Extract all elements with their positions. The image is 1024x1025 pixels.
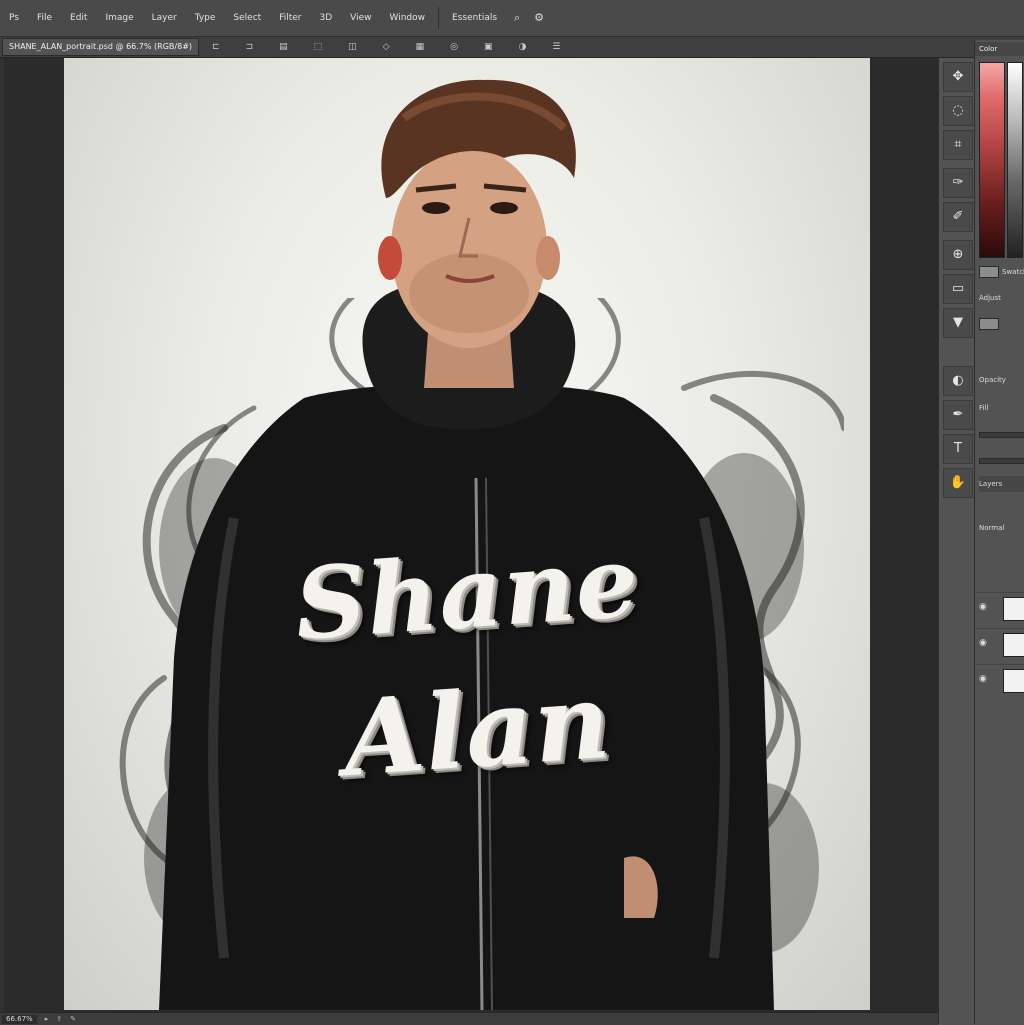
swatches-label: Swatches [1002,268,1024,276]
right-panels: Color Swatches Adjust Opacity Fill Layer… [974,40,1024,1024]
eyedropper-tool-icon[interactable]: ✑ [943,168,973,198]
menu-image[interactable]: Image [96,13,142,23]
menu-divider [438,7,439,29]
arrange-icon[interactable]: ◫ [348,42,357,52]
zoom-level-field[interactable]: 66.67% [2,1014,37,1024]
menu-window[interactable]: Window [381,13,435,23]
fill-slider[interactable] [979,458,1024,464]
menu-filter[interactable]: Filter [270,13,310,23]
style-swatch[interactable] [979,318,999,330]
adjustments-label: Adjust [979,294,1001,302]
layers-panel-tab[interactable]: Layers [979,476,1024,492]
grid-icon[interactable]: ▦ [416,42,425,52]
align-left-icon[interactable]: ⊏ [212,42,220,52]
menu-edit[interactable]: Edit [61,13,96,23]
color-picker-field[interactable] [979,62,1005,258]
status-bar: 66.67% ▸ ⇪ ✎ [0,1012,938,1025]
tools-strip: ✥ ◌ ⌗ ✑ ✐ ⊕ ▭ ▼ ◐ ✒ T ✋ [938,58,975,1024]
transform-icon[interactable]: ⬚ [314,42,323,52]
move-tool-icon[interactable]: ✥ [943,62,973,92]
visibility-eye-icon[interactable]: ◉ [979,638,987,648]
brush-tool-icon[interactable]: ✐ [943,202,973,232]
gradient-tool-icon[interactable]: ▼ [943,308,973,338]
hue-slider[interactable] [1007,62,1023,258]
dodge-tool-icon[interactable]: ◐ [943,366,973,396]
hand-tool-icon[interactable]: ✋ [943,468,973,498]
menu-view[interactable]: View [341,13,380,23]
doc-info-icon[interactable]: ▸ [45,1015,49,1023]
document-tab[interactable]: SHANE_ALAN_portrait.psd @ 66.7% (RGB/8#) [2,38,200,56]
color-panel-tab[interactable]: Color [975,42,1024,56]
layer-row[interactable]: ◉ [975,592,1024,623]
lasso-tool-icon[interactable]: ◌ [943,96,973,126]
layer-thumbnail [1003,633,1024,657]
layer-row[interactable]: ◉ [975,628,1024,659]
search-icon[interactable]: ⌕ [510,11,524,25]
share-icon[interactable]: ⇪ [56,1015,62,1023]
foreground-swatch[interactable] [979,266,999,278]
comment-icon[interactable]: ✎ [70,1015,76,1023]
fill-row[interactable]: Fill [979,400,1024,416]
style-swatch-row[interactable] [979,316,1024,332]
menu-bar: Ps File Edit Image Layer Type Select Fil… [0,0,1024,37]
layer-row[interactable]: ◉ [975,664,1024,695]
swatches-row[interactable]: Swatches [979,264,1024,280]
adjustments-row[interactable]: Adjust [979,290,1024,306]
visibility-eye-icon[interactable]: ◉ [979,674,987,684]
workspace-switcher[interactable]: Essentials [443,13,506,23]
settings-icon[interactable]: ⚙ [532,11,546,25]
menu-app-logo[interactable]: Ps [0,13,28,23]
eraser-tool-icon[interactable]: ▭ [943,274,973,304]
warp-icon[interactable]: ◇ [383,42,390,52]
fill-label: Fill [979,404,989,412]
align-center-icon[interactable]: ⊐ [246,42,254,52]
artboard[interactable]: Shane Alan [64,58,870,1010]
opacity-slider[interactable] [979,432,1024,438]
mode-icon[interactable]: ▣ [484,42,493,52]
photo-editor-window: Ps File Edit Image Layer Type Select Fil… [0,0,1024,1025]
crop-tool-icon[interactable]: ⌗ [943,130,973,160]
opacity-row[interactable]: Opacity [979,372,1024,388]
layer-thumbnail [1003,669,1024,693]
panel-toggle-icon[interactable]: ☰ [552,42,560,52]
document-tab-bar: SHANE_ALAN_portrait.psd @ 66.7% (RGB/8#)… [0,37,1024,58]
layer-thumbnail [1003,597,1024,621]
opacity-label: Opacity [979,376,1006,384]
type-tool-icon[interactable]: T [943,434,973,464]
menu-select[interactable]: Select [224,13,270,23]
menu-layer[interactable]: Layer [143,13,186,23]
view-icon[interactable]: ◑ [518,42,526,52]
menu-type[interactable]: Type [186,13,225,23]
blend-mode-select[interactable]: Normal [979,520,1024,536]
stamp-tool-icon[interactable]: ⊕ [943,240,973,270]
visibility-eye-icon[interactable]: ◉ [979,602,987,612]
distribute-icon[interactable]: ▤ [279,42,288,52]
menu-3d[interactable]: 3D [310,13,341,23]
snap-icon[interactable]: ◎ [450,42,458,52]
pen-tool-icon[interactable]: ✒ [943,400,973,430]
menu-file[interactable]: File [28,13,61,23]
